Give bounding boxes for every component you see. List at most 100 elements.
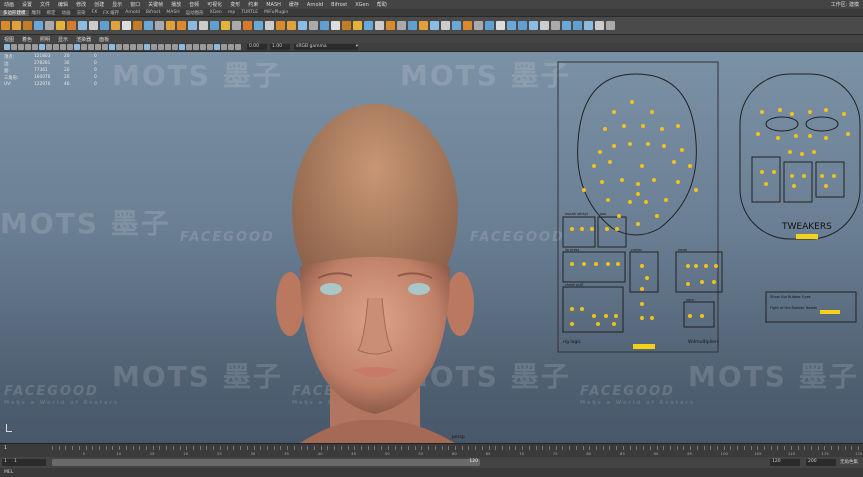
shelf-tool-icon[interactable] <box>12 21 21 30</box>
shelf-tool-icon[interactable] <box>397 21 406 30</box>
shelf-tool-icon[interactable] <box>144 21 153 30</box>
menu-item[interactable]: 文件 <box>36 1 54 8</box>
rig-control-dot[interactable] <box>612 322 616 326</box>
shelf-tool-icon[interactable] <box>507 21 516 30</box>
command-line[interactable]: MEL <box>0 468 863 477</box>
viewport-tool-icon[interactable] <box>214 44 220 50</box>
3d-viewport[interactable]: 顶点: 121803 20 0 边: 278281 30 0 面: 77361 20 0 三角形: 160… <box>0 52 863 443</box>
shelf-tool-icon[interactable] <box>232 21 241 30</box>
shelf-tool-icon[interactable] <box>463 21 472 30</box>
shelf-tool-icon[interactable] <box>441 21 450 30</box>
menu-item[interactable]: 缓存 <box>285 1 303 8</box>
rig-control-dot[interactable] <box>846 132 850 136</box>
rig-control-dot[interactable] <box>580 307 584 311</box>
end-frame-field[interactable]: 120 <box>770 459 800 466</box>
rig-control-dot[interactable] <box>788 150 792 154</box>
shelf-tool-icon[interactable] <box>100 21 109 30</box>
rig-control-dot[interactable] <box>808 110 812 114</box>
rig-control-dot[interactable] <box>636 192 640 196</box>
rig-control-dot[interactable] <box>603 127 607 131</box>
shelf-tool-icon[interactable] <box>595 21 604 30</box>
rig-control-dot[interactable] <box>694 264 698 268</box>
shelf-tool-icon[interactable] <box>331 21 340 30</box>
menu-item[interactable]: Bifrost <box>327 2 351 8</box>
rig-control-dot[interactable] <box>615 227 619 231</box>
shelf-tool-icon[interactable] <box>45 21 54 30</box>
viewport-tool-icon[interactable] <box>88 44 94 50</box>
shelf-tool-icon[interactable] <box>518 21 527 30</box>
shelf-tool-icon[interactable] <box>1 21 10 30</box>
shelf-tool-icon[interactable] <box>364 21 373 30</box>
shelf-tab[interactable]: 渲染 <box>74 10 89 16</box>
shelf-tool-icon[interactable] <box>155 21 164 30</box>
rig-ui-panel[interactable] <box>0 52 863 443</box>
viewport-tool-icon[interactable] <box>228 44 234 50</box>
shelf-tool-icon[interactable] <box>287 21 296 30</box>
shelf-tool-icon[interactable] <box>221 21 230 30</box>
rig-control-dot[interactable] <box>794 134 798 138</box>
rig-control-dot[interactable] <box>640 264 644 268</box>
panel-menu-item[interactable]: 视图 <box>0 36 18 43</box>
rig-control-dot[interactable] <box>660 127 664 131</box>
shelf-tab[interactable]: FX 缓存 <box>100 10 122 16</box>
viewport-tool-icon[interactable] <box>193 44 199 50</box>
viewport-tool-icon[interactable] <box>123 44 129 50</box>
rig-control-dot[interactable] <box>592 164 596 168</box>
menu-item[interactable]: 创建 <box>90 1 108 8</box>
rig-control-dot[interactable] <box>612 110 616 114</box>
rig-control-dot[interactable] <box>608 160 612 164</box>
menu-item[interactable]: 帮助 <box>373 1 391 8</box>
rig-control-dot[interactable] <box>672 160 676 164</box>
viewport-tool-icon[interactable] <box>165 44 171 50</box>
rig-control-dot[interactable] <box>640 287 644 291</box>
rig-control-dot[interactable] <box>645 276 649 280</box>
shelf-tool-icon[interactable] <box>529 21 538 30</box>
menu-item[interactable]: MASH <box>262 2 285 8</box>
shelf-tab[interactable]: 雕刻 <box>29 10 44 16</box>
rig-control-dot[interactable] <box>655 214 659 218</box>
rig-control-dot[interactable] <box>614 314 618 318</box>
viewport-tool-icon[interactable] <box>53 44 59 50</box>
rig-control-dot[interactable] <box>604 314 608 318</box>
rig-control-dot[interactable] <box>612 144 616 148</box>
viewport-tool-icon[interactable] <box>144 44 150 50</box>
rig-control-dot[interactable] <box>688 164 692 168</box>
viewport-tool-icon[interactable] <box>116 44 122 50</box>
range-bar[interactable]: 120 <box>52 459 480 466</box>
rig-control-dot[interactable] <box>824 108 828 112</box>
rig-control-dot[interactable] <box>594 262 598 266</box>
gamma-field[interactable]: 1.00 <box>270 44 290 50</box>
character-set-label[interactable]: 无角色集 <box>840 459 858 465</box>
exposure-field[interactable]: 0.00 <box>247 44 267 50</box>
colorspace-dropdown[interactable]: sRGB gamma ▾ <box>294 44 358 50</box>
shelf-tool-icon[interactable] <box>243 21 252 30</box>
menu-item[interactable]: 修改 <box>72 1 90 8</box>
viewport-tool-icon[interactable] <box>67 44 73 50</box>
shelf-tool-icon[interactable] <box>177 21 186 30</box>
rig-control-dot[interactable] <box>616 262 620 266</box>
rig-control-dot[interactable] <box>606 198 610 202</box>
shelf-tool-icon[interactable] <box>298 21 307 30</box>
rig-control-dot[interactable] <box>598 150 602 154</box>
rig-control-dot[interactable] <box>620 178 624 182</box>
viewport-tool-icon[interactable] <box>60 44 66 50</box>
menu-item[interactable]: 显示 <box>108 1 126 8</box>
menu-item[interactable]: 可视化 <box>203 1 226 8</box>
viewport-tool-icon[interactable] <box>39 44 45 50</box>
shelf-tool-icon[interactable] <box>188 21 197 30</box>
rig-control-dot[interactable] <box>636 222 640 226</box>
shelf-tool-icon[interactable] <box>573 21 582 30</box>
shelf-tool-icon[interactable] <box>23 21 32 30</box>
rig-control-dot[interactable] <box>606 262 610 266</box>
shelf-tool-icon[interactable] <box>496 21 505 30</box>
menu-item[interactable]: 编辑 <box>54 1 72 8</box>
shelf-tool-icon[interactable] <box>452 21 461 30</box>
menu-item[interactable]: 设置 <box>18 1 36 8</box>
rig-control-dot[interactable] <box>676 124 680 128</box>
shelf-tool-icon[interactable] <box>89 21 98 30</box>
rig-control-dot[interactable] <box>570 322 574 326</box>
shelf-tool-icon[interactable] <box>353 21 362 30</box>
shelf-tool-icon[interactable] <box>430 21 439 30</box>
rig-control-dot[interactable] <box>800 152 804 156</box>
rig-control-dot[interactable] <box>790 174 794 178</box>
